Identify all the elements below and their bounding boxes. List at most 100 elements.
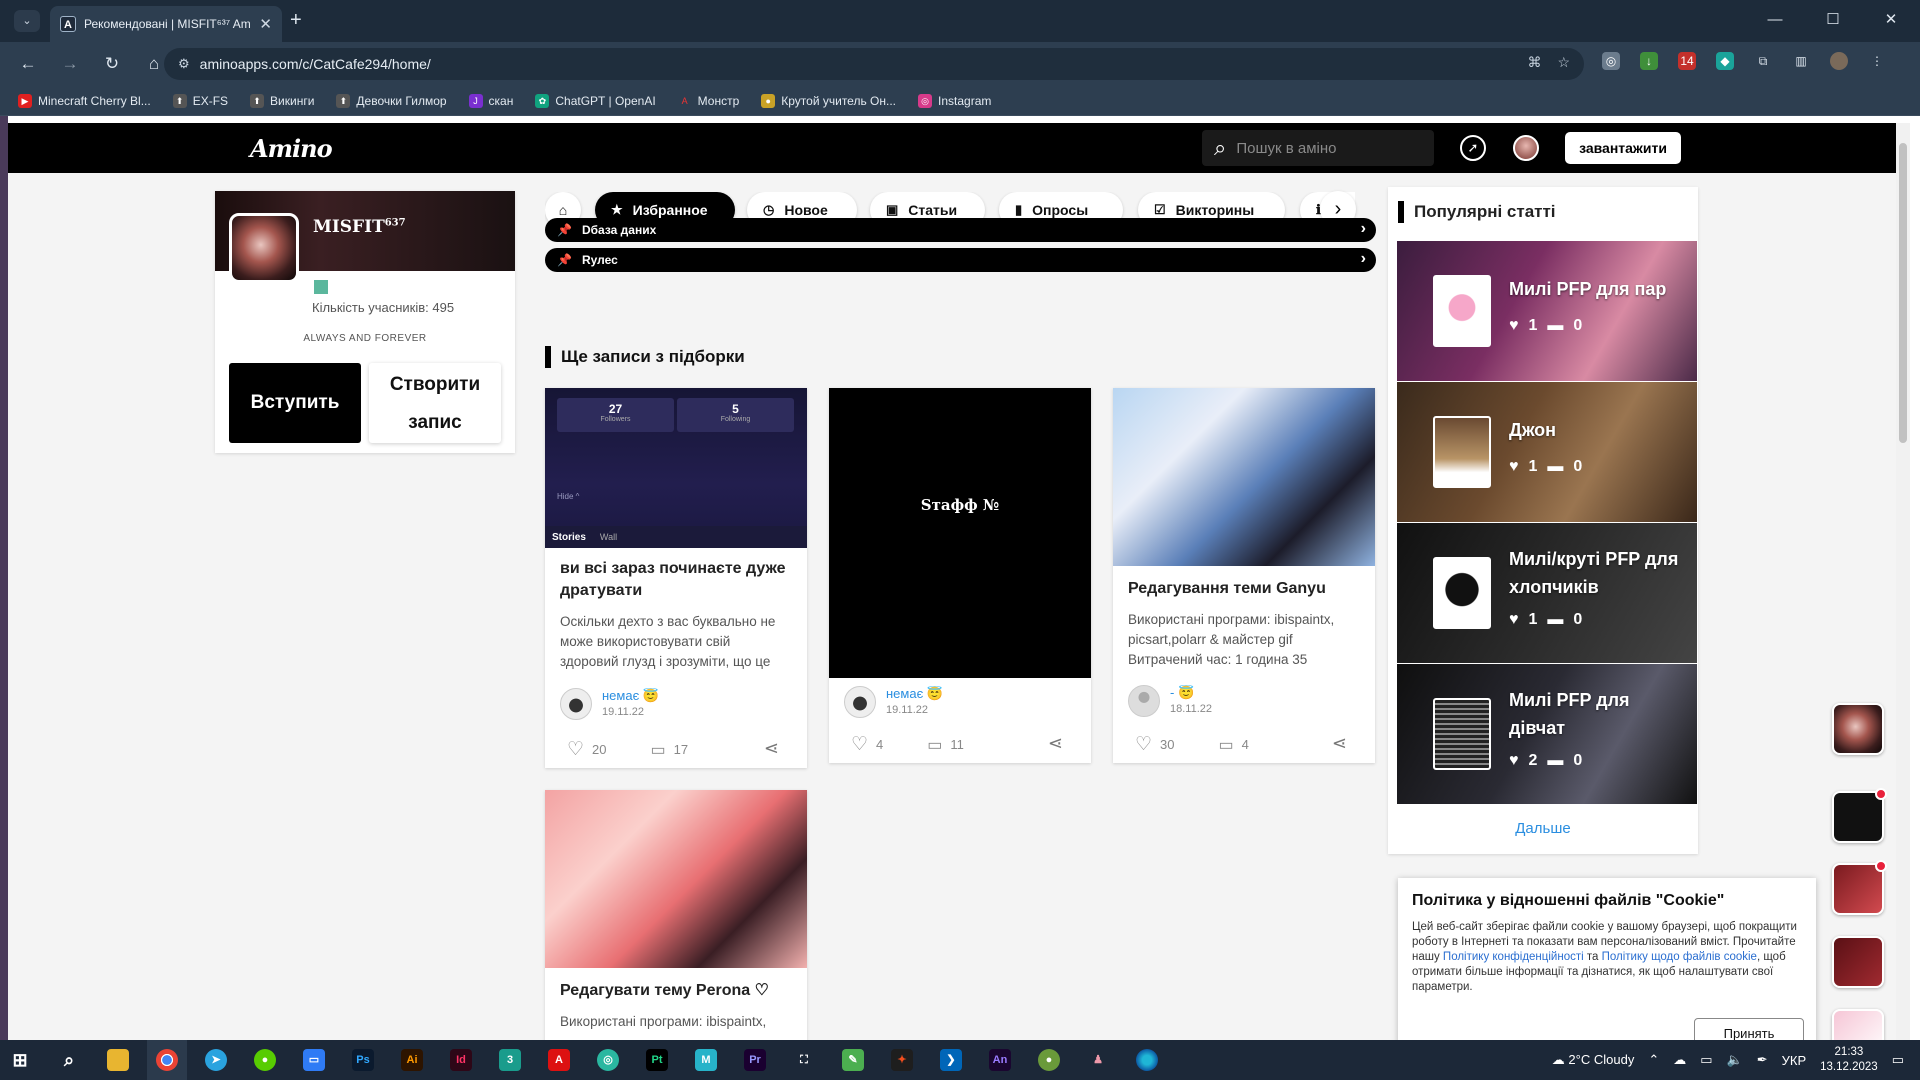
popular-article[interactable]: Милі PFP для дівчат ♥ 2 ▬ 0 xyxy=(1397,664,1697,804)
privacy-policy-link[interactable]: Політику конфіденційності xyxy=(1443,951,1584,963)
taskbar-app[interactable] xyxy=(1127,1040,1167,1080)
popular-article[interactable]: Милі/круті PFP для хлопчиків ♥ 1 ▬ 0 xyxy=(1397,523,1697,663)
taskbar-app[interactable]: A xyxy=(539,1040,579,1080)
bookmark-item[interactable]: ⬆ EX-FS xyxy=(172,93,228,108)
taskbar-app[interactable]: ✎ xyxy=(833,1040,873,1080)
popular-article[interactable]: Джон ♥ 1 ▬ 0 xyxy=(1397,382,1697,522)
taskbar-app[interactable]: ● xyxy=(245,1040,285,1080)
comment-icon[interactable]: ▭ xyxy=(1219,735,1234,755)
taskbar-search[interactable]: ⌕ xyxy=(49,1040,89,1080)
share-icon[interactable]: ⋖ xyxy=(1332,733,1347,754)
like-icon[interactable]: ♡ xyxy=(851,733,868,756)
search-input[interactable] xyxy=(1236,139,1407,157)
taskbar-app[interactable]: Id xyxy=(441,1040,481,1080)
screenshot-extension-icon[interactable]: ◎ xyxy=(1602,52,1620,70)
taskbar-app[interactable]: ⛶ xyxy=(784,1040,824,1080)
community-shortcut-icon[interactable] xyxy=(1832,788,1887,843)
like-icon[interactable]: ♡ xyxy=(1135,733,1152,756)
pen-icon[interactable]: ✒ xyxy=(1757,1052,1768,1068)
amino-logo[interactable]: Amino xyxy=(250,134,333,163)
taskbar-app[interactable]: Ai xyxy=(392,1040,432,1080)
language-indicator[interactable]: УКР xyxy=(1782,1053,1807,1068)
post-card[interactable]: Редагування теми Ganyu Використані прогр… xyxy=(1113,388,1375,763)
taskbar-app[interactable]: ◎ xyxy=(588,1040,628,1080)
profile-avatar-icon[interactable] xyxy=(1830,52,1848,70)
share-icon[interactable]: ⋖ xyxy=(764,738,779,759)
adblock-extension-icon[interactable]: 14 xyxy=(1678,52,1696,70)
taskbar-app[interactable]: An xyxy=(980,1040,1020,1080)
weather-widget[interactable]: ☁ 2°C Cloudy xyxy=(1552,1052,1635,1068)
bookmark-item[interactable]: A Монстр xyxy=(678,94,740,108)
side-panel-icon[interactable]: ▥ xyxy=(1792,52,1810,70)
comment-icon[interactable]: ▭ xyxy=(651,740,666,760)
create-post-button[interactable]: Створити запис xyxy=(369,363,501,443)
taskbar-app[interactable]: Pr xyxy=(735,1040,775,1080)
download-button[interactable]: завантажити xyxy=(1565,132,1681,164)
explore-compass-icon[interactable]: ➚ xyxy=(1460,135,1486,161)
community-icon[interactable] xyxy=(229,213,299,283)
close-window-button[interactable]: ✕ xyxy=(1862,0,1920,40)
post-author[interactable]: - 😇 18.11.22 xyxy=(1128,685,1212,717)
taskbar-app[interactable]: ● xyxy=(1029,1040,1069,1080)
download-extension-icon[interactable]: ↓ xyxy=(1640,52,1658,70)
address-bar[interactable]: ⚙ aminoapps.com/c/CatCafe294/home/ ⌘ ☆ xyxy=(164,48,1584,80)
search-box[interactable]: ⌕ xyxy=(1202,130,1434,166)
pinned-item[interactable]: 📌 Rулес › xyxy=(545,248,1376,272)
bookmark-item[interactable]: ✿ ChatGPT | OpenAI xyxy=(535,93,656,108)
taskbar-app[interactable]: ✦ xyxy=(882,1040,922,1080)
community-shortcut-icon[interactable] xyxy=(1832,703,1884,755)
bookmark-item[interactable]: ⬆ Девочки Гилмор xyxy=(336,93,447,108)
bookmark-item[interactable]: ▶ Minecraft Cherry Bl... xyxy=(18,93,151,108)
scrollbar-thumb[interactable] xyxy=(1899,143,1907,443)
minimize-button[interactable]: — xyxy=(1746,0,1804,40)
cookie-policy-link[interactable]: Політику щодо файлів cookie xyxy=(1602,951,1757,963)
bookmark-item[interactable]: ● Крутой учитель Он... xyxy=(761,93,896,108)
post-card[interactable]: 27 Followers 5 Following Hide ^ Stories Wal… xyxy=(545,388,807,768)
bookmark-star-icon[interactable]: ☆ xyxy=(1557,54,1570,71)
site-info-icon[interactable]: ⚙ xyxy=(178,56,190,72)
reload-button[interactable]: ↻ xyxy=(98,50,126,78)
network-icon[interactable]: ▭ xyxy=(1700,1052,1712,1068)
post-author[interactable]: немає 😇 19.11.22 xyxy=(560,688,659,720)
taskbar-app[interactable]: ❯ xyxy=(931,1040,971,1080)
translate-icon[interactable]: ⌘ xyxy=(1527,54,1541,71)
close-tab-icon[interactable]: ✕ xyxy=(259,15,272,33)
taskbar-app[interactable] xyxy=(147,1040,187,1080)
tray-overflow-icon[interactable]: ⌃ xyxy=(1648,1052,1659,1068)
join-button[interactable]: Вступить xyxy=(229,363,361,443)
bookmark-item[interactable]: Jскан xyxy=(468,93,513,108)
taskbar-app[interactable]: Pt xyxy=(637,1040,677,1080)
vpn-extension-icon[interactable]: ◆ xyxy=(1716,52,1734,70)
post-author[interactable]: немає 😇 19.11.22 xyxy=(844,686,943,718)
community-shortcut-icon[interactable] xyxy=(1832,936,1884,988)
post-card[interactable]: Редагувати тему Perona ♡ Використані про… xyxy=(545,790,807,1040)
pinned-item[interactable]: 📌 Dбаза даних › xyxy=(545,218,1376,242)
taskbar-app[interactable]: ▭ xyxy=(294,1040,334,1080)
notifications-icon[interactable]: ▭ xyxy=(1892,1052,1904,1068)
taskbar-app[interactable]: Ps xyxy=(343,1040,383,1080)
share-icon[interactable]: ⋖ xyxy=(1048,733,1063,754)
browser-tab-active[interactable]: A Рекомендовані | MISFIT⁶³⁷ Am ✕ xyxy=(50,6,282,42)
back-button[interactable]: ← xyxy=(14,50,42,78)
user-avatar[interactable] xyxy=(1513,135,1539,161)
volume-icon[interactable]: 🔈 xyxy=(1727,1052,1743,1068)
post-card[interactable]: Sтафф № немає 😇 19.11.22 ♡ 4 ▭ 11 ⋖ xyxy=(829,388,1091,763)
start-button[interactable]: ⊞ xyxy=(0,1040,40,1080)
forward-button[interactable]: → xyxy=(56,50,84,78)
page-scrollbar[interactable] xyxy=(1896,123,1910,1040)
taskbar-app[interactable]: M xyxy=(686,1040,726,1080)
popular-article[interactable]: Милі PFP для пар ♥ 1 ▬ 0 xyxy=(1397,241,1697,381)
comment-icon[interactable]: ▭ xyxy=(927,735,942,755)
onedrive-icon[interactable]: ☁ xyxy=(1673,1052,1686,1068)
taskbar-app[interactable] xyxy=(98,1040,138,1080)
community-shortcut-icon[interactable] xyxy=(1832,1009,1884,1040)
tab-search-button[interactable]: ⌄ xyxy=(14,10,40,32)
clock[interactable]: 21:33 13.12.2023 xyxy=(1820,1045,1878,1075)
like-icon[interactable]: ♡ xyxy=(567,738,584,761)
maximize-button[interactable]: ☐ xyxy=(1804,0,1862,40)
taskbar-app[interactable]: ♟ xyxy=(1078,1040,1118,1080)
taskbar-app[interactable]: ➤ xyxy=(196,1040,236,1080)
browser-menu-icon[interactable]: ⋮ xyxy=(1868,52,1886,70)
extensions-puzzle-icon[interactable]: ⧉ xyxy=(1754,52,1772,70)
accept-cookies-button[interactable]: Принять xyxy=(1694,1018,1804,1040)
